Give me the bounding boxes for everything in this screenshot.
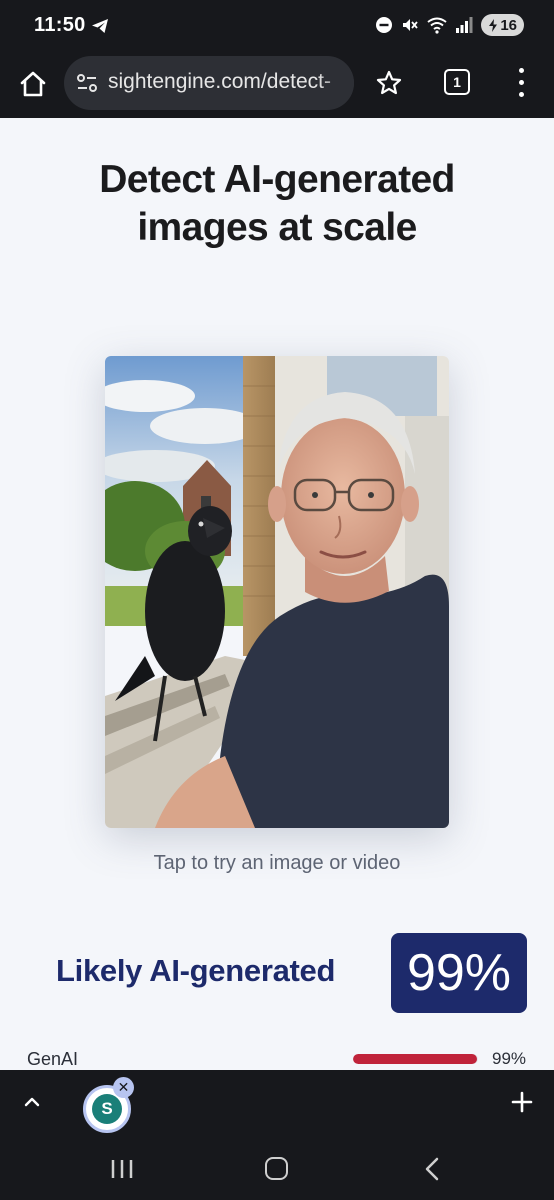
browser-toolbar: sightengine.com/detect- 1 xyxy=(0,52,554,118)
hero-title-line2: images at scale xyxy=(137,206,417,249)
genai-value: 99% xyxy=(492,1049,527,1068)
system-nav-bar xyxy=(0,1138,554,1200)
signal-icon xyxy=(456,17,473,33)
sample-image[interactable] xyxy=(105,356,449,828)
hero-title-line1: Detect AI-generated xyxy=(99,158,455,201)
close-icon[interactable]: ✕ xyxy=(113,1077,134,1098)
status-time: 11:50 xyxy=(34,14,86,36)
score-badge: 99% xyxy=(391,933,527,1013)
url-bar[interactable]: sightengine.com/detect- xyxy=(64,56,354,110)
recents-icon[interactable] xyxy=(110,1158,134,1180)
try-image-hint[interactable]: Tap to try an image or video xyxy=(0,852,554,875)
site-chip-letter: S xyxy=(101,1099,113,1118)
home-nav-icon[interactable] xyxy=(265,1157,288,1180)
page-content: Detect AI-generated images at scale Tap … xyxy=(0,118,554,1070)
hero-title: Detect AI-generated images at scale xyxy=(0,156,554,252)
battery-level: 16 xyxy=(500,16,517,34)
telegram-icon xyxy=(92,19,108,33)
status-icons: 16 xyxy=(375,14,524,36)
tab-count: 1 xyxy=(453,74,461,90)
url-text[interactable]: sightengine.com/detect- xyxy=(108,70,331,94)
site-settings-icon[interactable] xyxy=(76,72,98,94)
battery-icon: 16 xyxy=(481,14,524,36)
back-icon[interactable] xyxy=(424,1157,440,1181)
verdict-label: Likely AI-generated xyxy=(56,953,336,988)
genai-progress-bar xyxy=(353,1054,478,1064)
url-fade xyxy=(318,56,354,110)
star-icon[interactable] xyxy=(375,69,403,97)
genai-progress-fill xyxy=(353,1054,477,1064)
bottom-toolbar: S ✕ xyxy=(0,1070,554,1138)
mute-icon xyxy=(403,19,419,31)
tabs-icon[interactable]: 1 xyxy=(444,69,470,95)
wifi-icon xyxy=(427,17,447,34)
site-favicon: S xyxy=(92,1094,122,1124)
genai-label: GenAI xyxy=(27,1049,79,1069)
chevron-up-icon[interactable] xyxy=(22,1092,42,1112)
menu-icon[interactable] xyxy=(510,68,532,98)
dnd-icon xyxy=(376,17,393,33)
sample-photo[interactable] xyxy=(105,356,449,828)
plus-icon[interactable] xyxy=(510,1090,534,1114)
home-icon[interactable] xyxy=(17,68,49,100)
status-bar: 11:50 16 xyxy=(0,0,554,52)
